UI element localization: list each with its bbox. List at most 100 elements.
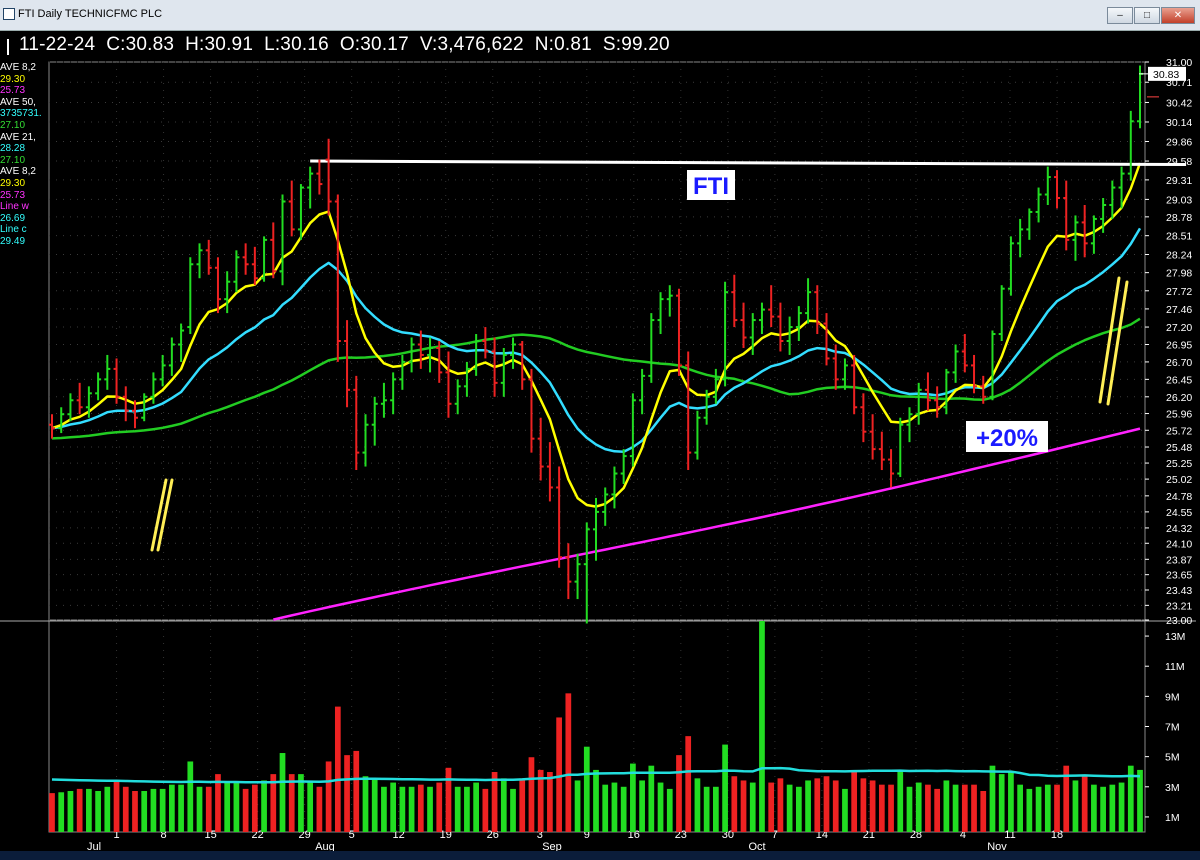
volume-bar	[113, 780, 120, 832]
volume-bar	[67, 791, 74, 832]
ohlc-bar	[1109, 180, 1116, 219]
volume-bar	[842, 788, 848, 832]
volume-bar	[390, 782, 397, 832]
volume-bar	[1008, 772, 1014, 832]
legend-entry: 25.73	[0, 85, 26, 97]
volume-bar	[1081, 776, 1088, 832]
ohlc-bar	[224, 271, 231, 314]
ohlc-bar	[141, 393, 148, 422]
ohlc-bar	[878, 431, 885, 471]
ohlc-bar	[122, 386, 129, 422]
volume-bar	[602, 784, 609, 832]
price-axis-label: 27.46	[1166, 304, 1192, 316]
volume-bar	[639, 780, 645, 832]
ohlc-bar	[915, 382, 922, 425]
volume-bar	[786, 784, 793, 832]
ohlc-bar	[1007, 236, 1014, 296]
legend-entry: AVE 50,	[0, 96, 36, 108]
volume-bar	[666, 788, 673, 832]
ohlc-bar	[1137, 65, 1143, 129]
ohlc-bar	[528, 368, 535, 453]
volume-bar	[187, 761, 194, 832]
volume-bar	[989, 765, 996, 832]
volume-bar	[611, 782, 618, 832]
ohlc-bar	[1081, 204, 1088, 258]
price-axis-label: 29.03	[1166, 194, 1192, 206]
volume-bar	[943, 780, 950, 832]
volume-bar	[307, 782, 314, 832]
volume-bar	[620, 786, 627, 832]
volume-bar	[814, 778, 821, 832]
volume-bar	[593, 769, 599, 832]
volume-bar	[233, 782, 240, 832]
ohlc-bar	[823, 313, 830, 366]
volume-axis-label: 7M	[1165, 722, 1180, 734]
ohlc-bar	[989, 330, 996, 401]
volume-bar	[556, 717, 562, 832]
volume-bar	[1091, 784, 1097, 832]
volume-bar	[740, 780, 747, 832]
volume-bar	[104, 786, 111, 832]
ohlc-bar	[924, 372, 931, 411]
ohlc-bar	[178, 323, 185, 362]
ohlc-bar	[611, 466, 618, 509]
volume-bar	[1026, 788, 1033, 832]
gain-annotation: +20%	[966, 421, 1048, 452]
ohlc-bar	[473, 334, 480, 376]
price-axis-label: 28.24	[1166, 250, 1192, 262]
ohlc-bar	[998, 285, 1005, 341]
volume-bar	[362, 776, 369, 832]
volume-bar	[749, 782, 756, 832]
ohlc-bar	[1044, 166, 1051, 205]
ohlc-bar	[805, 278, 812, 324]
volume-bar	[473, 782, 479, 832]
volume-bar	[344, 755, 350, 832]
volume-bar	[261, 780, 267, 832]
price-axis-label: 25.96	[1166, 409, 1192, 421]
volume-bar	[381, 786, 387, 832]
volume-bar	[703, 786, 710, 832]
ohlc-bar	[362, 414, 369, 467]
price-axis-label: 26.45	[1166, 374, 1192, 386]
resistance-line	[310, 159, 1187, 167]
ohlc-bar	[67, 393, 74, 422]
volume-bar	[464, 786, 470, 832]
ohlc-bar	[574, 553, 581, 600]
ohlc-bar	[620, 449, 627, 484]
ohlc-bar	[95, 372, 102, 401]
volume-bar	[178, 784, 184, 832]
volume-bar	[1017, 784, 1023, 832]
volume-bar	[1035, 786, 1042, 832]
ohlc-bar	[768, 285, 775, 328]
legend-entry: 29.49	[0, 235, 26, 247]
ohlc-bar	[694, 410, 701, 460]
ohlc-bar	[168, 337, 175, 376]
ma50-line	[51, 317, 1141, 440]
volume-bar	[998, 774, 1005, 832]
price-axis-label: 27.98	[1166, 268, 1192, 280]
volume-bar	[427, 786, 433, 832]
volume-bar	[878, 784, 885, 832]
volume-bar	[86, 788, 92, 832]
stock-chart[interactable]: 1 8 15 22 29 5 12 19 26 3 9 16 23 30 7 14 21 28 4 11 18Jul Au…	[0, 0, 1200, 860]
price-axis-label: 23.43	[1166, 585, 1192, 597]
price-axis-label: 24.10	[1166, 538, 1192, 550]
volume-bar	[565, 693, 572, 832]
volume-bar	[657, 782, 664, 832]
volume-bar	[897, 772, 904, 832]
price-axis-label: 29.31	[1166, 175, 1192, 187]
legend-entry: 3735731.	[0, 108, 42, 120]
price-axis-label: 23.65	[1166, 570, 1192, 582]
ohlc-bar	[731, 274, 738, 328]
volume-bar	[823, 776, 830, 832]
ohlc-bar	[795, 306, 802, 341]
legend-entry: 26.69	[0, 212, 26, 224]
volume-bar	[759, 621, 765, 832]
legend-entry: 28.28	[0, 143, 26, 155]
ohlc-bar	[888, 449, 895, 488]
volume-bar	[224, 782, 231, 832]
volume-bar	[49, 793, 55, 832]
ohlc-bar	[952, 344, 959, 383]
price-axis-label: 26.20	[1166, 392, 1192, 404]
highlight-stroke	[1106, 280, 1129, 406]
